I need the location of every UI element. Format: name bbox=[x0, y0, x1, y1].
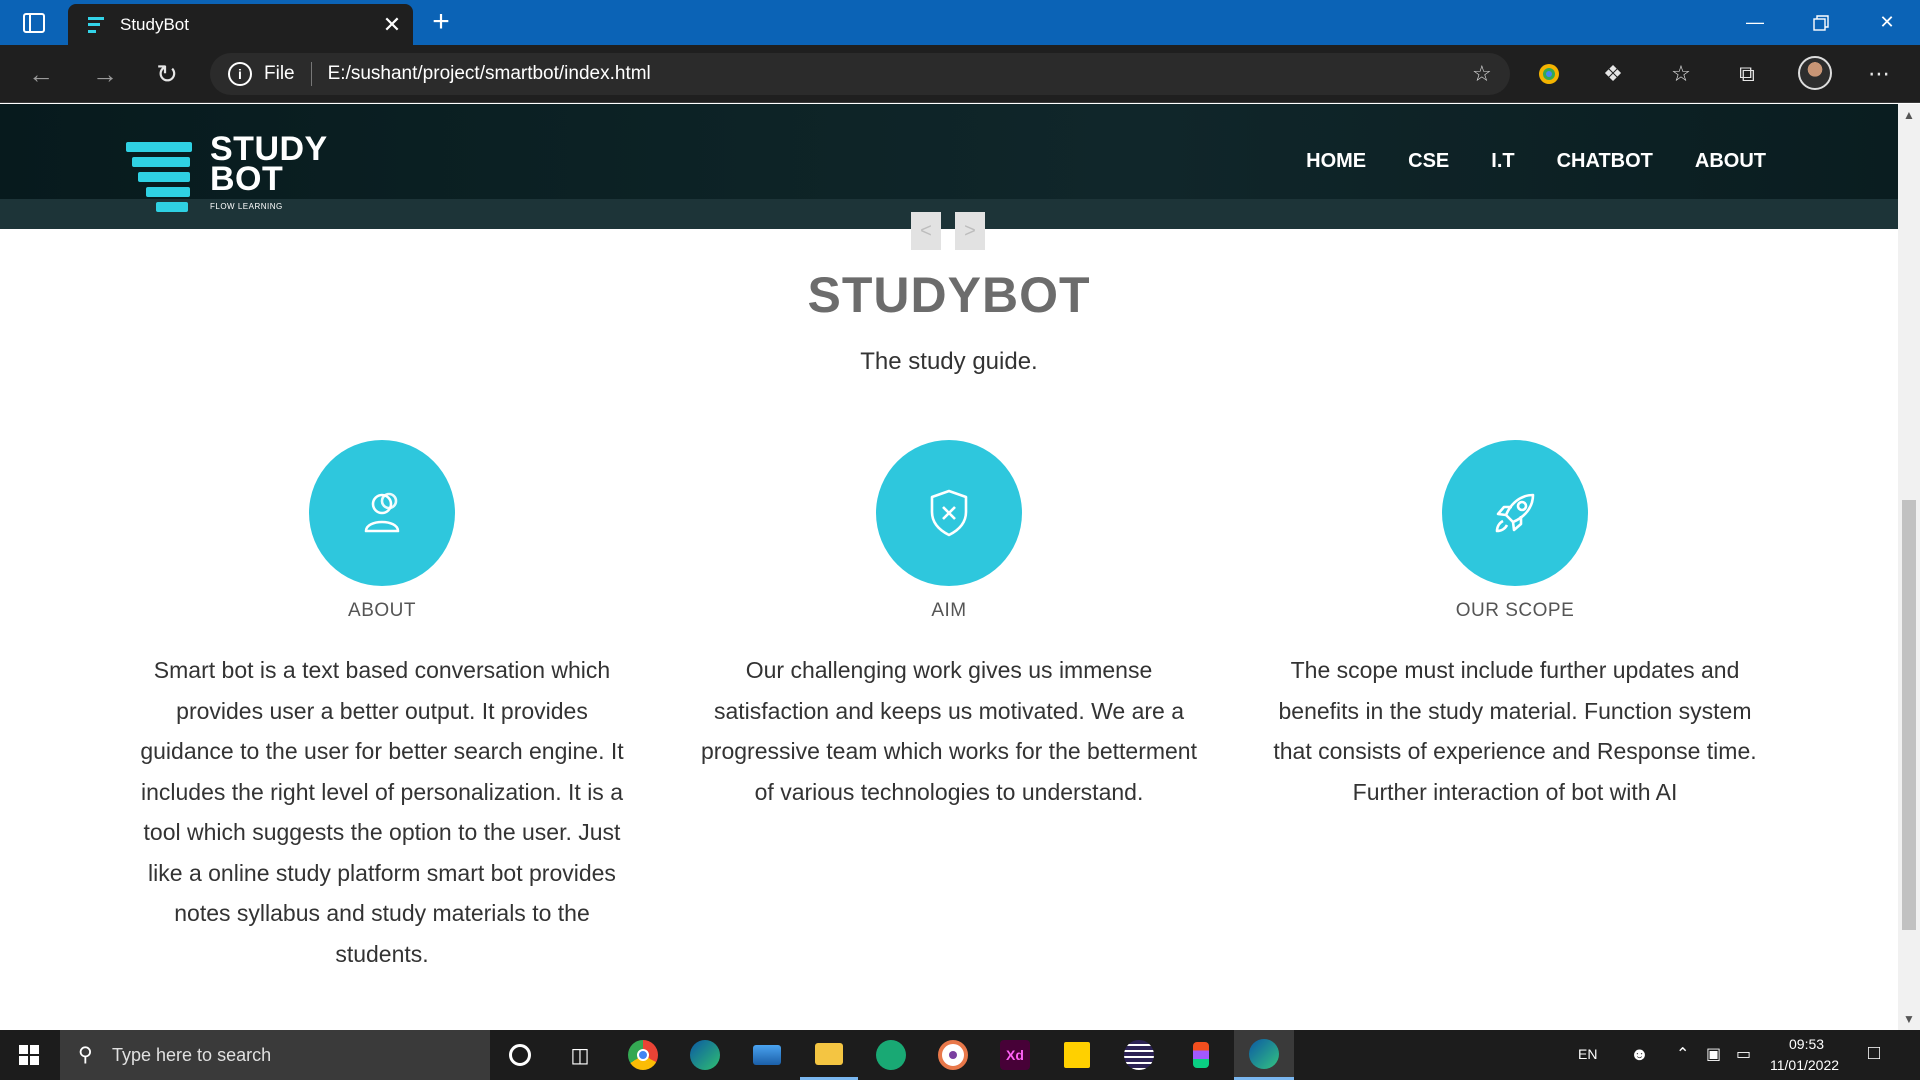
sticky-notes-icon[interactable] bbox=[1048, 1030, 1106, 1080]
slider-prev-button[interactable]: < bbox=[911, 212, 941, 250]
search-icon: ⚲ bbox=[78, 1044, 93, 1066]
taskbar-search-placeholder: Type here to search bbox=[112, 1044, 272, 1065]
back-icon[interactable]: ← bbox=[22, 55, 60, 93]
file-explorer-icon[interactable] bbox=[800, 1030, 858, 1080]
scroll-up-icon[interactable]: ▲ bbox=[1898, 106, 1920, 124]
nav-chatbot[interactable]: CHATBOT bbox=[1557, 150, 1653, 173]
feature-scope-badge bbox=[1442, 440, 1588, 586]
windows-taskbar: ⚲ Type here to search ◫ Xd EN ☻ ⌃ ▣ ▭ 09… bbox=[0, 1030, 1920, 1080]
logo-line2: BOT bbox=[210, 160, 284, 198]
scroll-down-icon[interactable]: ▼ bbox=[1898, 1010, 1920, 1028]
collections-icon[interactable]: ⧉ bbox=[1730, 57, 1764, 91]
add-favorite-icon[interactable]: ☆ bbox=[1472, 62, 1496, 86]
extensions-puzzle-icon[interactable]: ❖ bbox=[1596, 57, 1630, 91]
feature-about-text: Smart bot is a text based conversation w… bbox=[140, 657, 624, 967]
nav-cse[interactable]: CSE bbox=[1408, 150, 1449, 173]
language-indicator[interactable]: EN bbox=[1578, 1046, 1597, 1062]
feature-about: ABOUT Smart bot is a text based conversa… bbox=[132, 440, 632, 974]
browser-toolbar: ← → ↻ i File E:/sushant/project/smartbot… bbox=[0, 45, 1920, 103]
address-url[interactable]: E:/sushant/project/smartbot/index.html bbox=[328, 63, 651, 85]
feature-scope-heading: OUR SCOPE bbox=[1455, 600, 1575, 621]
gitkraken-icon[interactable] bbox=[862, 1030, 920, 1080]
page-scrollbar[interactable]: ▲ ▼ bbox=[1898, 104, 1920, 1030]
tab-title: StudyBot bbox=[120, 14, 189, 34]
feature-scope-text: The scope must include further updates a… bbox=[1273, 657, 1757, 805]
studybot-logo[interactable]: STUDY BOT FLOW LEARNING bbox=[124, 132, 364, 224]
media-player-icon[interactable] bbox=[924, 1030, 982, 1080]
address-separator bbox=[310, 62, 312, 86]
slider-next-button[interactable]: > bbox=[955, 212, 985, 250]
people-icon[interactable]: ☻ bbox=[1630, 1044, 1649, 1065]
feature-aim: AIM Our challenging work gives us immens… bbox=[699, 440, 1199, 812]
taskbar-search[interactable]: ⚲ Type here to search bbox=[60, 1030, 490, 1080]
feature-scope: OUR SCOPE The scope must include further… bbox=[1265, 440, 1765, 812]
show-hidden-icons-icon[interactable]: ⌃ bbox=[1676, 1044, 1689, 1064]
scrollbar-thumb[interactable] bbox=[1902, 500, 1916, 930]
tab-actions-icon[interactable] bbox=[14, 8, 54, 38]
logo-bars-icon bbox=[124, 140, 194, 216]
logo-wordmark: STUDY BOT bbox=[210, 132, 328, 198]
battery-icon[interactable]: ▭ bbox=[1736, 1044, 1751, 1064]
clock-time[interactable]: 09:53 bbox=[1789, 1036, 1824, 1052]
address-scheme: File bbox=[264, 63, 295, 84]
extension-colorful-icon[interactable] bbox=[1532, 57, 1566, 91]
chrome-icon[interactable] bbox=[614, 1030, 672, 1080]
laptop-app-icon[interactable] bbox=[738, 1030, 796, 1080]
edge-icon[interactable] bbox=[1234, 1030, 1294, 1080]
hero-subtitle: The study guide. bbox=[860, 348, 1038, 375]
figma-icon[interactable] bbox=[1172, 1030, 1230, 1080]
cortana-icon[interactable] bbox=[491, 1030, 549, 1080]
feature-aim-badge bbox=[876, 440, 1022, 586]
shield-icon bbox=[930, 489, 968, 537]
task-view-icon[interactable]: ◫ bbox=[551, 1030, 609, 1080]
minimize-icon[interactable]: — bbox=[1722, 0, 1788, 45]
feature-aim-text: Our challenging work gives us immense sa… bbox=[701, 657, 1197, 805]
start-button[interactable] bbox=[0, 1030, 58, 1080]
site-info-icon[interactable]: i bbox=[228, 62, 252, 86]
notifications-icon[interactable]: □ bbox=[1868, 1042, 1880, 1065]
more-menu-icon[interactable]: ⋯ bbox=[1862, 57, 1896, 91]
eclipse-icon[interactable] bbox=[1110, 1030, 1168, 1080]
page-viewport: STUDY BOT FLOW LEARNING HOME CSE I.T CHA… bbox=[0, 104, 1898, 1030]
nav-home[interactable]: HOME bbox=[1306, 150, 1366, 173]
user-icon bbox=[364, 492, 400, 533]
browser-tab-studybot[interactable]: StudyBot ✕ bbox=[68, 4, 413, 45]
nav-about[interactable]: ABOUT bbox=[1695, 150, 1766, 173]
refresh-icon[interactable]: ↻ bbox=[148, 55, 186, 93]
close-window-icon[interactable]: ✕ bbox=[1854, 0, 1920, 45]
restore-icon[interactable] bbox=[1788, 0, 1854, 45]
tab-close-icon[interactable]: ✕ bbox=[377, 12, 407, 38]
logo-tagline: FLOW LEARNING bbox=[210, 202, 283, 211]
nav-it[interactable]: I.T bbox=[1491, 150, 1514, 173]
feature-about-badge bbox=[309, 440, 455, 586]
windows-logo-icon bbox=[19, 1045, 39, 1065]
clock-date[interactable]: 11/01/2022 bbox=[1770, 1057, 1839, 1073]
feature-about-heading: ABOUT bbox=[348, 600, 416, 621]
network-icon[interactable]: ▣ bbox=[1706, 1044, 1721, 1064]
feature-aim-heading: AIM bbox=[931, 600, 967, 621]
browser-titlebar: StudyBot ✕ + — ✕ bbox=[0, 0, 1920, 45]
new-tab-icon[interactable]: + bbox=[424, 6, 458, 40]
hero-title: STUDYBOT bbox=[807, 267, 1091, 323]
forward-icon[interactable]: → bbox=[86, 55, 124, 93]
adobe-xd-icon[interactable]: Xd bbox=[986, 1030, 1044, 1080]
main-navigation: HOME CSE I.T CHATBOT ABOUT bbox=[1306, 150, 1766, 173]
edge-dev-icon[interactable] bbox=[676, 1030, 734, 1080]
favorites-icon[interactable]: ☆ bbox=[1664, 57, 1698, 91]
rocket-icon bbox=[1495, 493, 1535, 533]
profile-avatar[interactable] bbox=[1798, 56, 1832, 90]
studybot-favicon-icon bbox=[88, 16, 104, 33]
address-bar[interactable]: i File E:/sushant/project/smartbot/index… bbox=[210, 53, 1510, 95]
